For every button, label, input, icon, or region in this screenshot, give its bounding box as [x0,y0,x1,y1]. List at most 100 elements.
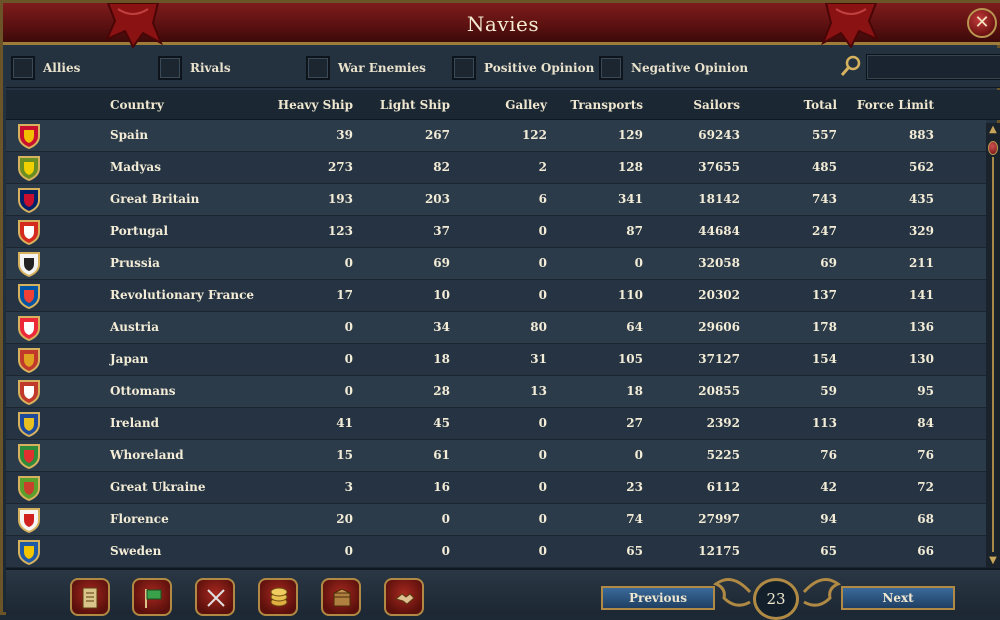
country-flag-icon[interactable] [16,475,42,501]
economy-button[interactable] [258,578,298,616]
column-header-country[interactable]: Country [110,98,164,112]
search-icon[interactable] [838,53,864,79]
table-row[interactable]: Whoreland 15 61 0 0 5225 76 76 [6,440,986,472]
country-cell[interactable]: Florence [110,512,169,526]
total-cell: 178 [811,320,837,334]
country-flag-icon[interactable] [16,123,42,149]
country-cell[interactable]: Revolutionary France [110,288,254,302]
military-button[interactable] [195,578,235,616]
scroll-down-arrow-icon[interactable]: ▼ [987,554,999,568]
table-row[interactable]: Portugal 123 37 0 87 44684 247 329 [6,216,986,248]
transports-cell: 0 [634,448,643,462]
navies-table-body: Spain 39 267 122 129 69243 557 883 Madyas 273 82 2 1… [6,120,986,568]
diplomacy-button[interactable] [384,578,424,616]
total-cell: 743 [811,192,837,206]
table-row[interactable]: Japan 0 18 31 105 37127 154 130 [6,344,986,376]
column-header-total[interactable]: Total [737,98,837,112]
total-cell: 137 [811,288,837,302]
table-row[interactable]: Austria 0 34 80 64 29606 178 136 [6,312,986,344]
ledger-button[interactable] [70,578,110,616]
previous-button[interactable]: Previous [601,586,715,610]
heavy-ship-cell: 39 [336,128,353,142]
country-flag-icon[interactable] [16,411,42,437]
scroll-up-arrow-icon[interactable]: ▲ [987,123,999,137]
country-cell[interactable]: Japan [110,352,148,366]
light-ship-cell: 203 [424,192,450,206]
table-row[interactable]: Great Britain 193 203 6 341 18142 743 435 [6,184,986,216]
country-cell[interactable]: Portugal [110,224,168,238]
next-button[interactable]: Next [841,586,955,610]
table-row[interactable]: Florence 20 0 0 74 27997 94 68 [6,504,986,536]
country-cell[interactable]: Prussia [110,256,160,270]
galley-cell: 0 [538,544,547,558]
scroll-track[interactable] [992,157,994,552]
column-header-force-limit[interactable]: Force Limit [834,98,934,112]
country-flag-icon[interactable] [16,219,42,245]
column-header-heavy-ship[interactable]: Heavy Ship [253,98,353,112]
column-header-sailors[interactable]: Sailors [640,98,740,112]
filter-positive-opinion[interactable]: Positive Opinion [452,55,594,81]
negative-opinion-checkbox[interactable] [599,56,623,80]
rivals-checkbox[interactable] [158,56,182,80]
country-cell[interactable]: Austria [110,320,159,334]
light-ship-cell: 18 [433,352,450,366]
galley-cell: 0 [538,288,547,302]
filter-war-enemies[interactable]: War Enemies [306,55,426,81]
filter-negative-opinion[interactable]: Negative Opinion [599,55,748,81]
country-cell[interactable]: Great Britain [110,192,199,206]
force-limit-cell: 329 [908,224,934,238]
country-flag-icon[interactable] [16,443,42,469]
total-cell: 154 [811,352,837,366]
galley-cell: 0 [538,480,547,494]
light-ship-cell: 10 [433,288,450,302]
table-row[interactable]: Prussia 0 69 0 0 32058 69 211 [6,248,986,280]
country-flag-icon[interactable] [16,155,42,181]
force-limit-cell: 435 [908,192,934,206]
table-row[interactable]: Madyas 273 82 2 128 37655 485 562 [6,152,986,184]
table-row[interactable]: Sweden 0 0 0 65 12175 65 66 [6,536,986,568]
filter-allies[interactable]: Allies [11,55,80,81]
country-flag-icon[interactable] [16,315,42,341]
table-row[interactable]: Revolutionary France 17 10 0 110 20302 137 141 [6,280,986,312]
war-enemies-checkbox[interactable] [306,56,330,80]
country-flag-icon[interactable] [16,347,42,373]
scrollbar[interactable]: ▲ ▼ [986,123,1000,568]
column-header-light-ship[interactable]: Light Ship [350,98,450,112]
country-cell[interactable]: Ireland [110,416,159,430]
country-flag-icon[interactable] [16,507,42,533]
country-cell[interactable]: Great Ukraine [110,480,206,494]
country-cell[interactable]: Madyas [110,160,161,174]
country-flag-icon[interactable] [16,539,42,565]
country-flag-icon[interactable] [16,283,42,309]
table-row[interactable]: Spain 39 267 122 129 69243 557 883 [6,120,986,152]
heavy-ship-cell: 3 [344,480,353,494]
total-cell: 557 [811,128,837,142]
country-flag-icon[interactable] [16,187,42,213]
scroll-thumb[interactable] [988,141,998,155]
galley-cell: 0 [538,512,547,526]
trade-button[interactable] [321,578,361,616]
country-cell[interactable]: Ottomans [110,384,176,398]
table-row[interactable]: Ireland 41 45 0 27 2392 113 84 [6,408,986,440]
light-ship-cell: 69 [433,256,450,270]
allies-checkbox[interactable] [11,56,35,80]
country-cell[interactable]: Sweden [110,544,161,558]
galley-cell: 6 [538,192,547,206]
close-button[interactable]: ✕ [967,8,997,38]
country-flag-icon[interactable] [16,379,42,405]
sailors-cell: 2392 [706,416,740,430]
column-header-transports[interactable]: Transports [543,98,643,112]
positive-opinion-checkbox[interactable] [452,56,476,80]
flag-button[interactable] [132,578,172,616]
galley-cell: 80 [530,320,547,334]
search-input[interactable] [866,54,1000,80]
country-flag-icon[interactable] [16,251,42,277]
table-row[interactable]: Ottomans 0 28 13 18 20855 59 95 [6,376,986,408]
table-row[interactable]: Great Ukraine 3 16 0 23 6112 42 72 [6,472,986,504]
column-header-galley[interactable]: Galley [447,98,547,112]
filter-rivals[interactable]: Rivals [158,55,231,81]
handshake-icon [394,593,415,605]
country-cell[interactable]: Spain [110,128,148,142]
force-limit-cell: 141 [908,288,934,302]
country-cell[interactable]: Whoreland [110,448,184,462]
